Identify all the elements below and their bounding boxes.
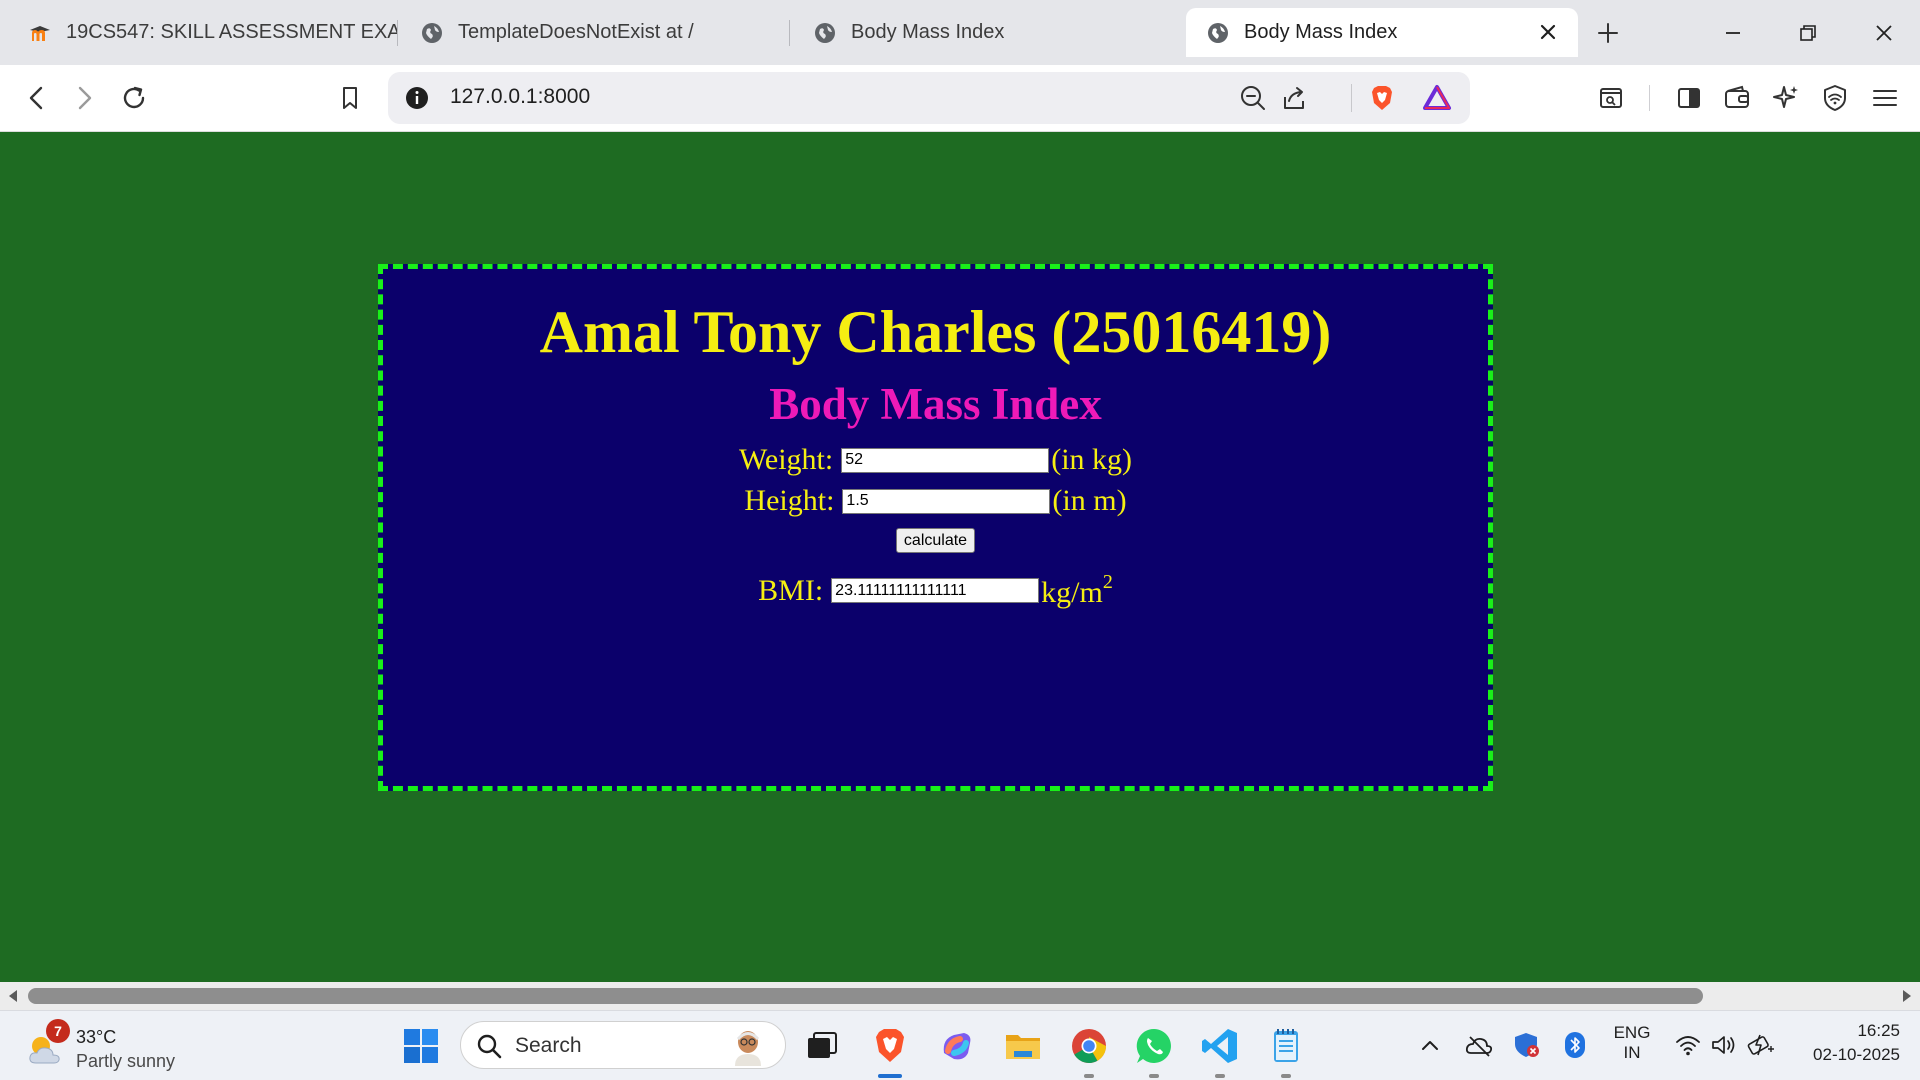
tab-body-mass-index[interactable]: Body Mass Index: [793, 8, 1183, 57]
vscode-running-indicator: [1215, 1074, 1225, 1078]
height-label: Height:: [744, 484, 835, 517]
height-row: Height: (in m): [383, 484, 1488, 518]
chrome-icon[interactable]: [1066, 1023, 1112, 1069]
back-icon[interactable]: [20, 81, 54, 115]
share-icon[interactable]: [1277, 81, 1311, 115]
task-view-icon[interactable]: [798, 1023, 844, 1069]
height-input[interactable]: [842, 488, 1051, 514]
weight-row: Weight: (in kg): [383, 443, 1488, 477]
region-code: IN: [1623, 1043, 1641, 1062]
bmi-output[interactable]: [831, 578, 1040, 603]
onedrive-offline-icon[interactable]: [1464, 1031, 1494, 1059]
weight-input[interactable]: [841, 447, 1050, 473]
moodle-icon: [30, 25, 50, 41]
weather-alert-badge: 7: [46, 1019, 70, 1043]
tab-strip: 19CS547: SKILL ASSESSMENT EXAM TemplateD…: [0, 0, 1920, 65]
address-bar[interactable]: 127.0.0.1:8000: [388, 72, 1470, 124]
bookmark-icon[interactable]: [333, 81, 367, 115]
bluetooth-icon[interactable]: [1562, 1031, 1588, 1059]
taskbar-search[interactable]: Search: [460, 1021, 786, 1069]
search-placeholder: Search: [515, 1034, 582, 1057]
language-code: ENG: [1613, 1023, 1651, 1042]
brave-shields-icon[interactable]: [1365, 81, 1399, 115]
student-name-heading: Amal Tony Charles (25016419): [539, 299, 1332, 365]
scroll-right-icon[interactable]: [1900, 988, 1914, 1004]
tab-separator: [397, 20, 398, 46]
tab-title: TemplateDoesNotExist at /: [458, 21, 694, 43]
whatsapp-running-indicator: [1149, 1074, 1159, 1078]
tab-separator: [789, 20, 790, 46]
notepad-icon[interactable]: [1263, 1023, 1309, 1069]
calculate-button[interactable]: calculate: [895, 528, 976, 553]
brave-browser-icon[interactable]: [867, 1023, 913, 1069]
brave-rewards-icon[interactable]: [1420, 81, 1454, 115]
volume-icon[interactable]: [1710, 1032, 1738, 1058]
search-icon: [477, 1034, 502, 1059]
bmi-unit-exponent: 2: [1102, 571, 1113, 593]
vscode-icon[interactable]: [1197, 1023, 1243, 1069]
reader-mode-icon[interactable]: [1594, 81, 1628, 115]
restore-icon[interactable]: [1791, 16, 1825, 50]
windows-security-icon[interactable]: [1512, 1030, 1542, 1060]
weather-widget[interactable]: 7 33°C Partly sunny: [26, 1019, 196, 1075]
close-window-icon[interactable]: [1867, 16, 1901, 50]
bmi-unit-base: kg/m: [1041, 576, 1103, 609]
tab-moodle[interactable]: 19CS547: SKILL ASSESSMENT EXAM: [8, 8, 398, 57]
bmi-label: BMI:: [758, 573, 824, 607]
wallet-icon[interactable]: [1720, 81, 1754, 115]
globe-icon: [1208, 22, 1228, 43]
tab-title: Body Mass Index: [1244, 21, 1398, 43]
globe-icon: [422, 22, 442, 43]
menu-icon[interactable]: [1868, 81, 1902, 115]
battery-charging-icon[interactable]: [1746, 1031, 1776, 1059]
copilot-icon[interactable]: [934, 1023, 980, 1069]
whatsapp-icon[interactable]: [1131, 1023, 1177, 1069]
app-title-heading: Body Mass Index: [769, 379, 1102, 429]
globe-icon: [815, 22, 835, 43]
weather-temperature: 33°C: [76, 1027, 117, 1047]
windows-taskbar: 7 33°C Partly sunny Search ENG IN 16:25 …: [0, 1010, 1920, 1080]
leo-ai-icon[interactable]: [1769, 81, 1803, 115]
scroll-left-icon[interactable]: [6, 988, 20, 1004]
tab-title: Body Mass Index: [851, 21, 1005, 43]
sidebar-icon[interactable]: [1672, 81, 1706, 115]
browser-toolbar: 127.0.0.1:8000: [0, 65, 1920, 132]
reload-icon[interactable]: [117, 81, 151, 115]
toolbar-separator: [1649, 85, 1650, 111]
bmi-card: Amal Tony Charles (25016419) Body Mass I…: [378, 264, 1493, 791]
windows-start-icon[interactable]: [398, 1023, 444, 1069]
weight-unit: (in kg): [1051, 443, 1133, 476]
clock[interactable]: 16:25 02-10-2025: [1790, 1021, 1900, 1065]
new-tab-icon[interactable]: [1591, 16, 1625, 50]
close-tab-icon[interactable]: [1536, 20, 1560, 44]
page-viewport: Amal Tony Charles (25016419) Body Mass I…: [0, 132, 1920, 982]
zoom-out-icon[interactable]: [1236, 81, 1270, 115]
weather-description: Partly sunny: [76, 1051, 176, 1071]
file-explorer-icon[interactable]: [1000, 1023, 1046, 1069]
forward-icon[interactable]: [67, 81, 101, 115]
site-info-icon[interactable]: [400, 81, 434, 115]
height-unit: (in m): [1052, 484, 1127, 517]
wifi-icon[interactable]: [1674, 1032, 1702, 1058]
tab-body-mass-index-active[interactable]: Body Mass Index: [1186, 8, 1578, 57]
notepad-running-indicator: [1281, 1074, 1291, 1078]
minimize-icon[interactable]: [1716, 16, 1750, 50]
clock-date: 02-10-2025: [1813, 1045, 1900, 1064]
clock-time: 16:25: [1857, 1021, 1900, 1040]
language-indicator[interactable]: ENG IN: [1608, 1023, 1656, 1063]
chrome-running-indicator: [1084, 1074, 1094, 1078]
horizontal-scrollbar[interactable]: [0, 982, 1920, 1010]
tab-template-error[interactable]: TemplateDoesNotExist at /: [400, 8, 790, 57]
bmi-row: BMI: kg/m2: [383, 571, 1488, 610]
scrollbar-thumb[interactable]: [28, 988, 1703, 1004]
tab-title: 19CS547: SKILL ASSESSMENT EXAM: [66, 21, 398, 43]
chevron-up-icon[interactable]: [1418, 1033, 1442, 1057]
brave-active-indicator: [878, 1074, 902, 1078]
search-highlight-icon: [735, 1031, 761, 1066]
bmi-unit: kg/m2: [1041, 571, 1113, 610]
omnibox-separator: [1351, 84, 1352, 112]
weight-label: Weight:: [738, 443, 834, 476]
vpn-icon[interactable]: [1818, 81, 1852, 115]
url-text[interactable]: 127.0.0.1:8000: [450, 85, 590, 109]
